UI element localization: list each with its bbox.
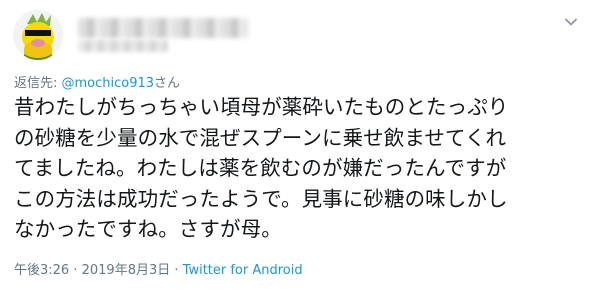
avatar-character-icon: [13, 10, 63, 60]
reply-suffix: さん: [154, 76, 181, 91]
tweet-date[interactable]: 2019年8月3日: [82, 263, 171, 278]
tweet-line: の砂糖を少量の水で混ぜスプーンに乗せ飲ませてくれ: [14, 125, 507, 150]
tweet-time[interactable]: 午後3:26: [14, 263, 69, 278]
tweet-source-link[interactable]: Twitter for Android: [183, 263, 303, 278]
meta-separator: ·: [69, 263, 82, 278]
meta-separator: ·: [170, 263, 183, 278]
display-name-blurred[interactable]: [78, 18, 248, 38]
chevron-down-icon[interactable]: [563, 14, 579, 30]
tweet-line: 昔わたしがちっちゃい頃母が薬砕いたものとたっぷり: [14, 95, 509, 119]
reply-to-line: 返信先: @mochico913さん: [14, 72, 180, 91]
avatar[interactable]: [13, 10, 63, 60]
tweet-line: てましたね。わたしは薬を飲むのが嫌だったんですが: [14, 156, 507, 180]
mention-link[interactable]: @mochico913: [62, 76, 155, 91]
tweet-text: 昔わたしがちっちゃい頃母が薬砕いたものとたっぷり の砂糖を少量の水で混ぜスプーン…: [14, 92, 584, 245]
tweet-line: なかったですね。さすが母。: [14, 217, 282, 241]
tweet-line: この方法は成功だったようで。見事に砂糖の味しかし: [14, 186, 508, 211]
handle-blurred[interactable]: [78, 40, 168, 52]
reply-prefix: 返信先:: [14, 76, 62, 91]
tweet-metadata: 午後3:26 · 2019年8月3日 · Twitter for Android: [14, 259, 303, 278]
tweet-card: 返信先: @mochico913さん 昔わたしがちっちゃい頃母が薬砕いたものとた…: [0, 0, 593, 291]
